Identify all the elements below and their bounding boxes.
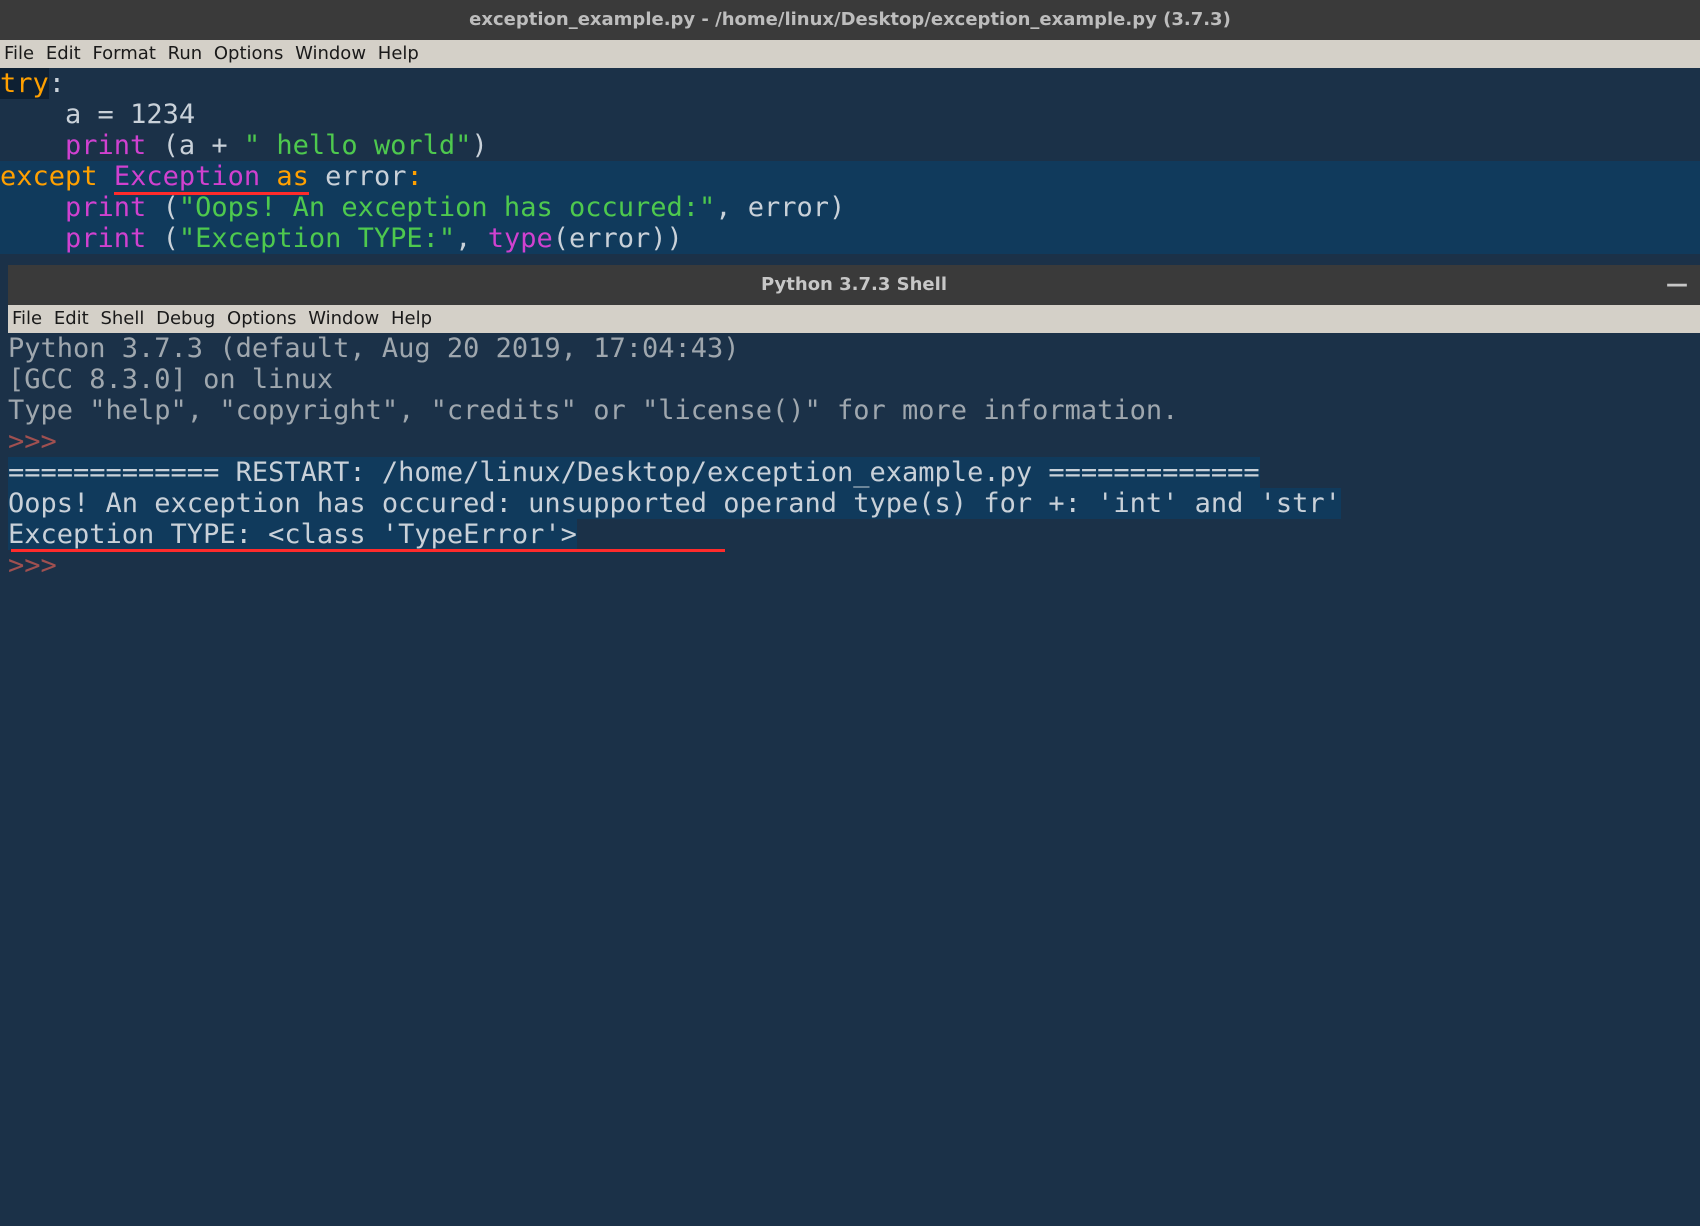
token-paren-open: ( (146, 223, 179, 254)
shell-menu-edit[interactable]: Edit (54, 308, 89, 329)
editor-menu-run[interactable]: Run (168, 43, 203, 64)
token-paren-close: ) (471, 130, 487, 161)
code-line-4-selected: except Exception as error: (0, 161, 1700, 192)
shell-menu-options[interactable]: Options (227, 308, 296, 329)
token-colon: : (49, 68, 65, 99)
shell-red-underline (11, 549, 725, 552)
token-print-builtin: print (65, 192, 146, 223)
token-colon: : (406, 161, 422, 192)
editor-code-area[interactable]: try: a = 1234 print (a + " hello world")… (0, 68, 1700, 263)
editor-menu-window[interactable]: Window (295, 43, 366, 64)
code-line-2: a = 1234 (0, 99, 1700, 130)
token-print-builtin: print (65, 130, 146, 161)
token-string-oops: "Oops! An exception has occured:" (179, 192, 715, 223)
token-string-hello-world: " hello world" (244, 130, 472, 161)
shell-banner-line-2: [GCC 8.3.0] on linux (8, 364, 333, 395)
token-exception-class: Exception (114, 161, 260, 195)
token-call-close: (error)) (553, 223, 683, 254)
token-assign: = (98, 99, 131, 130)
editor-menubar: File Edit Format Run Options Window Help (0, 40, 1700, 68)
token-indent (0, 130, 65, 161)
shell-restart-line-selected: ============= RESTART: /home/linux/Deskt… (8, 457, 1260, 488)
token-args-close: , error) (715, 192, 845, 223)
editor-menu-edit[interactable]: Edit (46, 43, 81, 64)
code-line-3: print (a + " hello world") (0, 130, 1700, 161)
editor-menu-file[interactable]: File (4, 43, 34, 64)
shell-menu-shell[interactable]: Shell (100, 308, 144, 329)
token-number: 1234 (130, 99, 195, 130)
shell-output-line-1-selected: Oops! An exception has occured: unsuppor… (8, 488, 1341, 519)
shell-menu-debug[interactable]: Debug (156, 308, 215, 329)
token-identifier-error: error (325, 161, 406, 192)
code-line-5-selected: print ("Oops! An exception has occured:"… (0, 192, 1700, 223)
token-indent (0, 192, 65, 223)
token-plus: + (211, 130, 244, 161)
shell-menu-help[interactable]: Help (391, 308, 432, 329)
shell-output-line-2-selected: Exception TYPE: <class 'TypeError'> (8, 519, 577, 550)
shell-menu-window[interactable]: Window (308, 308, 379, 329)
code-line-6-selected: print ("Exception TYPE:", type(error)) (0, 223, 1700, 254)
editor-window-titlebar[interactable]: exception_example.py - /home/linux/Deskt… (0, 0, 1700, 40)
shell-window-title: Python 3.7.3 Shell (761, 274, 947, 295)
token-identifier-a: a (65, 99, 98, 130)
editor-menu-help[interactable]: Help (378, 43, 419, 64)
shell-banner-line-1: Python 3.7.3 (default, Aug 20 2019, 17:0… (8, 333, 756, 364)
token-space (98, 161, 114, 192)
token-indent (0, 99, 65, 130)
shell-menubar: File Edit Shell Debug Options Window Hel… (8, 305, 1700, 333)
token-paren-open: ( (146, 192, 179, 223)
editor-menu-format[interactable]: Format (92, 43, 155, 64)
token-comma: , (455, 223, 488, 254)
editor-menu-options[interactable]: Options (214, 43, 283, 64)
shell-menu-file[interactable]: File (12, 308, 42, 329)
token-space (260, 161, 276, 195)
desktop-root: exception_example.py - /home/linux/Deskt… (0, 0, 1700, 1226)
shell-banner-line-3: Type "help", "copyright", "credits" or "… (8, 395, 1178, 426)
token-except-keyword: except (0, 161, 98, 192)
shell-prompt: >>> (8, 550, 57, 581)
shell-prompt: >>> (8, 426, 57, 457)
minimize-icon[interactable]: — (1666, 265, 1688, 305)
token-as-keyword: as (276, 161, 309, 195)
token-space (309, 161, 325, 192)
token-print-builtin: print (65, 223, 146, 254)
code-line-1: try: (0, 68, 1700, 99)
token-indent (0, 223, 65, 254)
token-paren-open: (a (146, 130, 211, 161)
shell-window-titlebar[interactable]: Python 3.7.3 Shell — (8, 265, 1700, 305)
shell-output-area[interactable]: Python 3.7.3 (default, Aug 20 2019, 17:0… (8, 333, 1700, 1226)
token-string-exception-type: "Exception TYPE:" (179, 223, 455, 254)
token-type-builtin: type (488, 223, 553, 254)
token-try-keyword: try (0, 68, 49, 99)
shell-window: Python 3.7.3 Shell — File Edit Shell Deb… (8, 265, 1700, 1226)
